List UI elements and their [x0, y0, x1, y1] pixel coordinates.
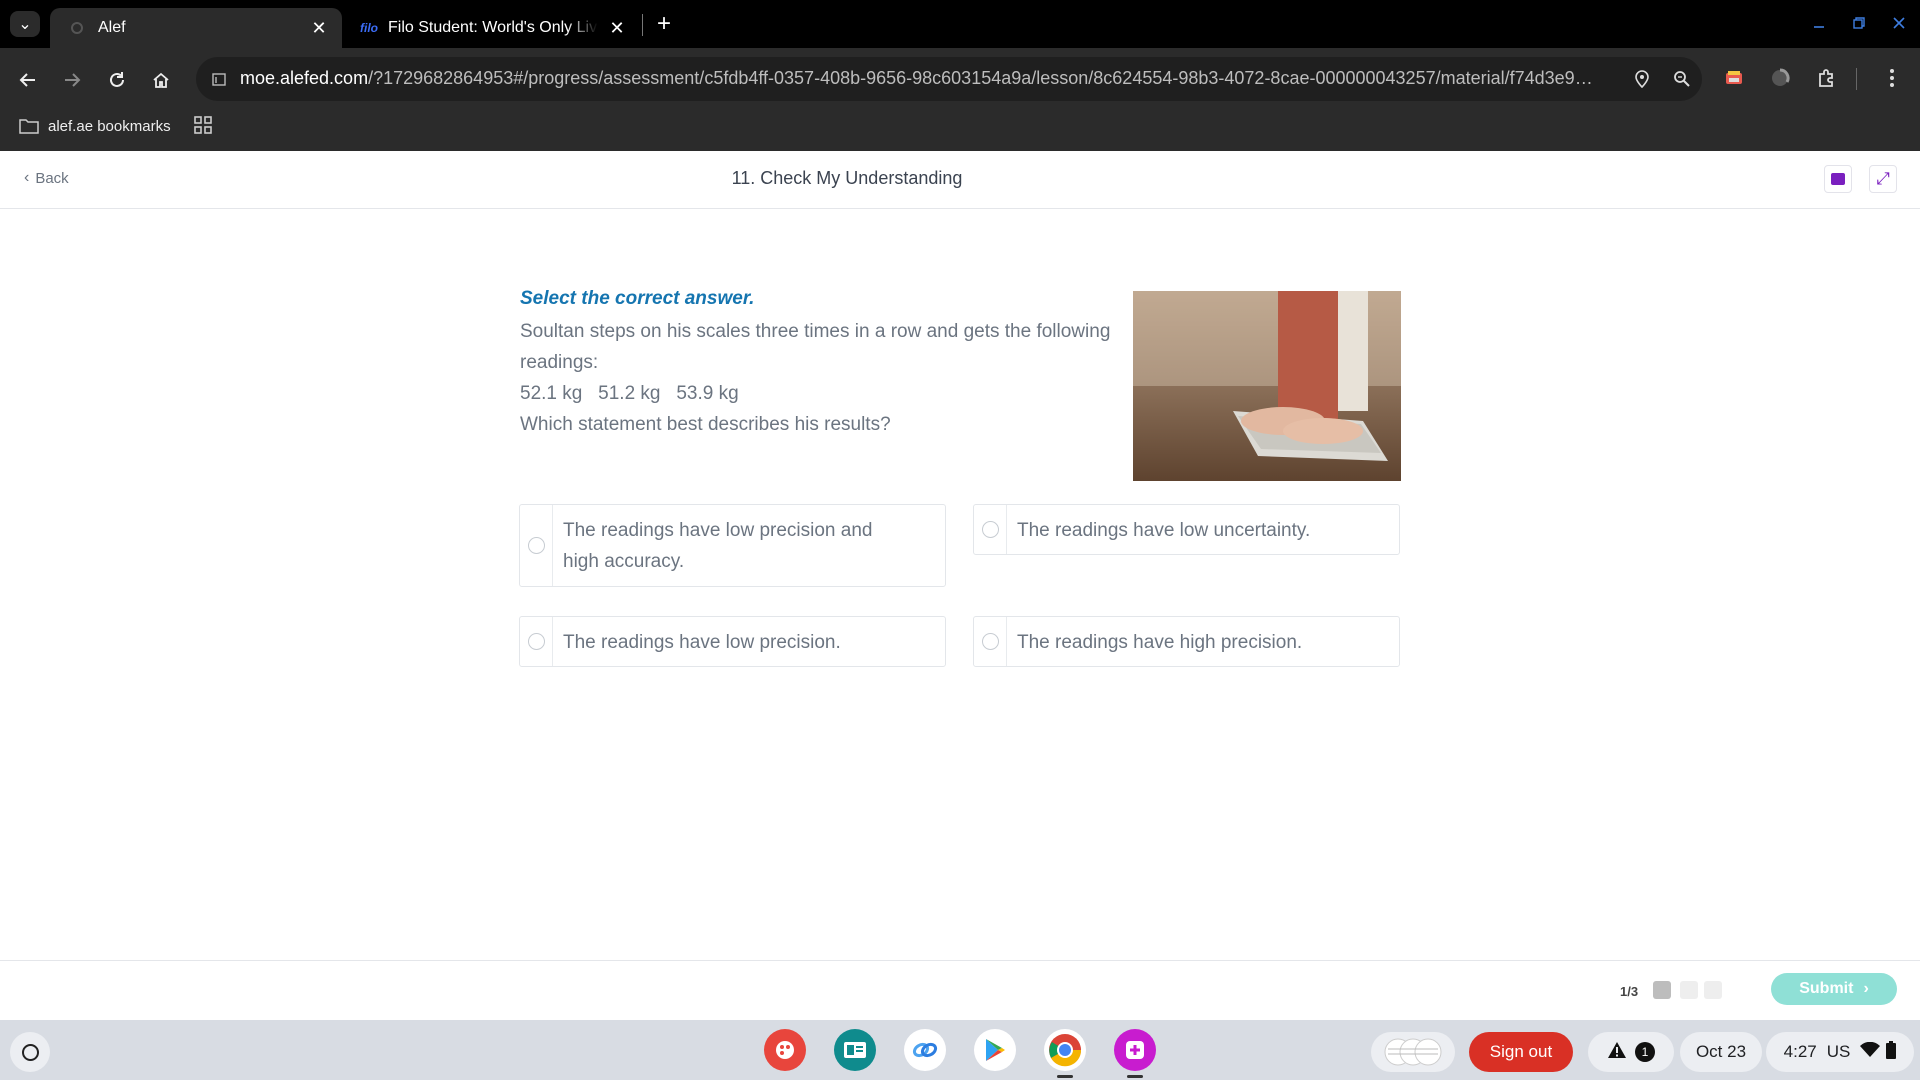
question-text-line: readings: [520, 352, 599, 373]
bookmark-label: alef.ae bookmarks [48, 117, 171, 135]
url-text[interactable]: moe.alefed.com/?1729682864953#/progress/… [240, 68, 1600, 89]
wifi-icon [1860, 1041, 1881, 1063]
launcher-circle-icon [21, 1043, 39, 1061]
expand-icon: ⤢ [1876, 169, 1890, 188]
locale-text: US [1826, 1042, 1851, 1061]
canvas-app-icon[interactable] [764, 1029, 806, 1071]
fullscreen-button[interactable]: ⤢ [1869, 165, 1897, 193]
question-progress: 1/3 [1620, 984, 1639, 999]
submit-button[interactable]: Submit › [1771, 973, 1897, 1005]
radio-button[interactable] [527, 537, 545, 554]
tab-filo[interactable]: filo Filo Student: World's Only Live Ins… [348, 8, 640, 48]
back-arrow-icon[interactable] [12, 64, 44, 96]
minimize-icon[interactable] [1808, 12, 1830, 34]
restore-icon[interactable] [1848, 12, 1870, 34]
tab-alef[interactable]: Alef ✕ [50, 8, 342, 48]
screencast-app-icon[interactable] [1114, 1029, 1156, 1071]
alef-favicon-icon [68, 19, 86, 37]
date-button[interactable]: Oct 23 [1680, 1032, 1762, 1072]
radio-cell [520, 617, 553, 666]
radio-button[interactable] [527, 633, 545, 650]
location-pin-icon[interactable] [1630, 67, 1654, 91]
forward-arrow-icon[interactable] [56, 64, 88, 96]
answer-option-label: The readings have low precision and high… [563, 520, 873, 572]
bookmark-folder-icon [18, 117, 40, 135]
extension-colorful-icon[interactable] [1721, 65, 1747, 91]
tab-title: Alef [98, 19, 126, 36]
tab-title: Filo Student: World's Only Live Instant … [388, 19, 598, 36]
launcher-button[interactable] [10, 1032, 50, 1072]
question-text-line: Soultan steps on his scales three times … [520, 321, 1111, 342]
running-indicator [1057, 1075, 1073, 1078]
close-tab-icon[interactable]: ✕ [308, 17, 330, 39]
extension-gray-icon[interactable] [1767, 65, 1793, 91]
toolbar-divider [1856, 68, 1857, 90]
lesson-page: ‹ Back 11. Check My Understanding ⤢ Sele… [0, 151, 1920, 1020]
time-text: 4:27 [1783, 1042, 1817, 1061]
home-icon[interactable] [145, 64, 177, 96]
answer-option-2[interactable]: The readings have low uncertainty. [973, 504, 1400, 555]
glossary-icon [1831, 173, 1845, 185]
radio-button[interactable] [981, 521, 999, 538]
page-footer: 1/3 Submit › [0, 960, 1920, 1020]
reload-icon[interactable] [101, 64, 133, 96]
answer-option-label: The readings have low precision. [563, 632, 841, 653]
holding-space-button[interactable] [1371, 1032, 1455, 1072]
site-info-icon[interactable] [210, 70, 228, 88]
classroom-app-icon[interactable] [834, 1029, 876, 1071]
radio-cell [974, 505, 1007, 554]
filo-favicon-icon: filo [360, 21, 378, 35]
radio-cell [520, 505, 553, 586]
apps-grid-icon[interactable] [192, 114, 214, 136]
notifications-button[interactable]: 1 [1588, 1032, 1674, 1072]
progress-step [1680, 981, 1698, 999]
chevron-right-icon: › [1863, 980, 1869, 997]
chevron-down-icon: ⌄ [18, 16, 32, 33]
radio-button[interactable] [981, 633, 999, 650]
scale-photo [1133, 291, 1401, 481]
zoom-icon[interactable] [1670, 67, 1694, 91]
running-indicator [1127, 1075, 1143, 1078]
tab-search-button[interactable]: ⌄ [10, 11, 40, 37]
question-prompt: Which statement best describes his resul… [520, 414, 891, 435]
answer-option-label: The readings have high precision. [1017, 632, 1303, 653]
progress-step [1704, 981, 1722, 999]
page-header: ‹ Back 11. Check My Understanding ⤢ [0, 151, 1920, 209]
tab-divider [642, 14, 643, 36]
close-window-icon[interactable] [1888, 12, 1910, 34]
chrome-icon[interactable] [1044, 1029, 1086, 1071]
answer-option-4[interactable]: The readings have high precision. [973, 616, 1400, 667]
address-bar[interactable]: moe.alefed.com/?1729682864953#/progress/… [196, 57, 1702, 101]
link-app-icon[interactable] [904, 1029, 946, 1071]
warning-icon [1607, 1041, 1627, 1064]
new-tab-plus-icon[interactable]: + [652, 10, 676, 37]
progress-step-current [1653, 981, 1671, 999]
play-store-icon[interactable] [974, 1029, 1016, 1071]
close-tab-icon[interactable]: ✕ [606, 17, 628, 39]
radio-cell [974, 617, 1007, 666]
more-menu-icon[interactable] [1879, 65, 1905, 91]
answer-option-3[interactable]: The readings have low precision. [519, 616, 946, 667]
bookmark-folder[interactable]: alef.ae bookmarks [18, 112, 171, 140]
answer-option-1[interactable]: The readings have low precision and high… [519, 504, 946, 587]
status-area-button[interactable]: 4:27 US [1766, 1032, 1914, 1072]
date-text: Oct 23 [1695, 1042, 1747, 1061]
question-stem: Select the correct answer. Soultan steps… [520, 288, 1120, 440]
question-readings: 52.1 kg 51.2 kg 53.9 kg [520, 383, 739, 404]
sign-out-button[interactable]: Sign out [1469, 1032, 1573, 1072]
extensions-puzzle-icon[interactable] [1813, 65, 1839, 91]
answer-option-label: The readings have low uncertainty. [1017, 520, 1311, 541]
browser-toolbar: moe.alefed.com/?1729682864953#/progress/… [0, 48, 1920, 158]
submit-label: Submit [1799, 980, 1854, 997]
tab-strip: ⌄ Alef ✕ filo Filo Student: World's Only… [0, 0, 1920, 48]
glossary-button[interactable] [1824, 165, 1852, 193]
os-shelf: Sign out 1 Oct 23 4:27 US [0, 1020, 1920, 1080]
question-instruction: Select the correct answer. [520, 288, 755, 309]
battery-icon [1886, 1040, 1897, 1064]
notification-count: 1 [1635, 1042, 1655, 1062]
page-title: 11. Check My Understanding [731, 168, 963, 188]
